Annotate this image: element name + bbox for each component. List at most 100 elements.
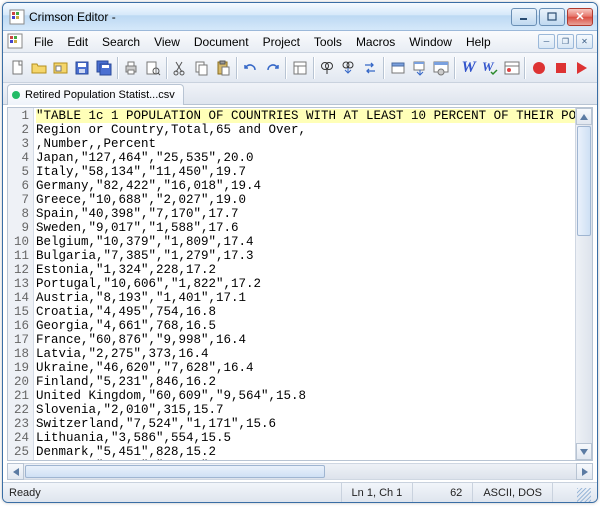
word-wrap-button[interactable]: W: [458, 56, 480, 80]
macro-record-button[interactable]: [528, 56, 550, 80]
scroll-right-button[interactable]: [576, 463, 593, 480]
line-number: 18: [8, 347, 29, 361]
code-line[interactable]: Bulgaria,"7,385","1,279",17.3: [36, 249, 575, 263]
menu-macros[interactable]: Macros: [349, 33, 402, 51]
mdi-restore-button[interactable]: ❐: [557, 34, 574, 49]
vertical-scrollbar[interactable]: [575, 108, 592, 460]
horizontal-scrollbar[interactable]: [7, 463, 593, 480]
browse-button[interactable]: [50, 56, 72, 80]
tools-button[interactable]: [501, 56, 523, 80]
code-line[interactable]: Sweden,"9,017","1,588",17.6: [36, 221, 575, 235]
code-line[interactable]: Lithuania,"3,586",554,15.5: [36, 431, 575, 445]
toggle-view-button[interactable]: [289, 56, 311, 80]
status-enc: ASCII, DOS: [472, 483, 552, 502]
code-line[interactable]: Italy,"58,134","11,450",19.7: [36, 165, 575, 179]
cut-button[interactable]: [170, 56, 192, 80]
save-all-button[interactable]: [93, 56, 115, 80]
find-button[interactable]: [317, 56, 339, 80]
next-bookmark-button[interactable]: [409, 56, 431, 80]
titlebar[interactable]: Crimson Editor - ✕: [3, 3, 597, 31]
open-file-button[interactable]: [29, 56, 51, 80]
new-file-button[interactable]: [7, 56, 29, 80]
line-number: 5: [8, 165, 29, 179]
code-line[interactable]: Hungary,"9,981","1,518",15.2: [36, 459, 575, 460]
line-number: 8: [8, 207, 29, 221]
code-line[interactable]: Portugal,"10,606","1,822",17.2: [36, 277, 575, 291]
undo-button[interactable]: [240, 56, 262, 80]
horizontal-scroll-thumb[interactable]: [25, 465, 325, 478]
code-line[interactable]: Greece,"10,688","2,027",19.0: [36, 193, 575, 207]
chevron-up-icon: [580, 114, 588, 120]
paste-button[interactable]: [213, 56, 235, 80]
code-line[interactable]: Belgium,"10,379","1,809",17.4: [36, 235, 575, 249]
spell-button[interactable]: W: [479, 56, 501, 80]
code-line[interactable]: Finland,"5,231",846,16.2: [36, 375, 575, 389]
code-line[interactable]: Austria,"8,193","1,401",17.1: [36, 291, 575, 305]
code-line[interactable]: Latvia,"2,275",373,16.4: [36, 347, 575, 361]
scroll-up-button[interactable]: [576, 108, 592, 125]
mdi-close-button[interactable]: ✕: [576, 34, 593, 49]
redo-button[interactable]: [262, 56, 284, 80]
menu-edit[interactable]: Edit: [60, 33, 95, 51]
code-line[interactable]: Georgia,"4,661",768,16.5: [36, 319, 575, 333]
code-line[interactable]: Japan,"127,464","25,535",20.0: [36, 151, 575, 165]
line-number: 6: [8, 179, 29, 193]
code-line[interactable]: Region or Country,Total,65 and Over,: [36, 123, 575, 137]
line-number: 10: [8, 235, 29, 249]
line-number: 7: [8, 193, 29, 207]
status-col: 62: [412, 483, 472, 502]
code-line[interactable]: Spain,"40,398","7,170",17.7: [36, 207, 575, 221]
menu-view[interactable]: View: [147, 33, 187, 51]
code-view[interactable]: "TABLE 1c 1 POPULATION OF COUNTRIES WITH…: [34, 108, 575, 460]
mdi-minimize-button[interactable]: ─: [538, 34, 555, 49]
line-number: 3: [8, 137, 29, 151]
file-tab[interactable]: Retired Population Statist...csv: [7, 84, 184, 105]
menu-file[interactable]: File: [27, 33, 60, 51]
code-line[interactable]: Croatia,"4,495",754,16.8: [36, 305, 575, 319]
menubar-app-icon[interactable]: [7, 33, 23, 49]
print-button[interactable]: [121, 56, 143, 80]
toolbar: W W: [3, 53, 597, 83]
bookmark-button[interactable]: [387, 56, 409, 80]
menu-help[interactable]: Help: [459, 33, 498, 51]
line-number: 21: [8, 389, 29, 403]
line-number: 24: [8, 431, 29, 445]
replace-button[interactable]: [360, 56, 382, 80]
menu-project[interactable]: Project: [256, 33, 307, 51]
menu-window[interactable]: Window: [402, 33, 459, 51]
menu-document[interactable]: Document: [187, 33, 256, 51]
find-next-button[interactable]: [338, 56, 360, 80]
chevron-left-icon: [13, 468, 19, 476]
maximize-button[interactable]: [539, 8, 565, 26]
code-line[interactable]: Germany,"82,422","16,018",19.4: [36, 179, 575, 193]
save-button[interactable]: [72, 56, 94, 80]
code-line[interactable]: United Kingdom,"60,609","9,564",15.8: [36, 389, 575, 403]
scroll-down-button[interactable]: [576, 443, 592, 460]
vertical-scroll-thumb[interactable]: [577, 126, 591, 236]
code-line[interactable]: Ukraine,"46,620","7,628",16.4: [36, 361, 575, 375]
code-line[interactable]: Denmark,"5,451",828,15.2: [36, 445, 575, 459]
code-line[interactable]: "TABLE 1c 1 POPULATION OF COUNTRIES WITH…: [36, 109, 575, 123]
code-line[interactable]: Slovenia,"2,010",315,15.7: [36, 403, 575, 417]
line-number: 20: [8, 375, 29, 389]
code-line[interactable]: France,"60,876","9,998",16.4: [36, 333, 575, 347]
minimize-button[interactable]: [511, 8, 537, 26]
macro-play-button[interactable]: [571, 56, 593, 80]
menu-tools[interactable]: Tools: [307, 33, 349, 51]
config-button[interactable]: [430, 56, 452, 80]
macro-stop-button[interactable]: [550, 56, 572, 80]
copy-button[interactable]: [191, 56, 213, 80]
line-number-gutter: 1234567891011121314151617181920212223242…: [8, 108, 34, 460]
code-line[interactable]: ,Number,,Percent: [36, 137, 575, 151]
scroll-left-button[interactable]: [7, 463, 24, 480]
code-line[interactable]: Switzerland,"7,524","1,171",15.6: [36, 417, 575, 431]
print-preview-button[interactable]: [142, 56, 164, 80]
code-line[interactable]: Estonia,"1,324",228,17.2: [36, 263, 575, 277]
menu-search[interactable]: Search: [95, 33, 147, 51]
size-grip-icon[interactable]: [577, 488, 591, 502]
line-number: 23: [8, 417, 29, 431]
line-number: 22: [8, 403, 29, 417]
close-button[interactable]: ✕: [567, 8, 593, 26]
line-number: 11: [8, 249, 29, 263]
status-ready: Ready: [9, 483, 51, 502]
